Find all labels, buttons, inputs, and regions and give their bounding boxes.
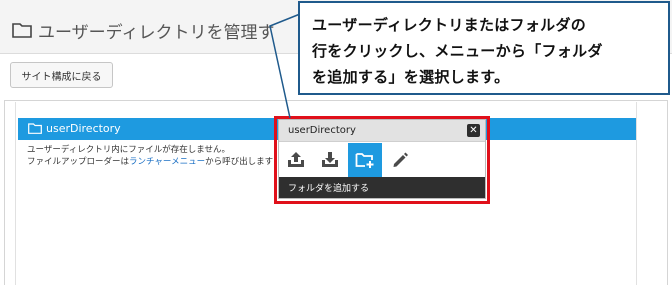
page-title: ユーザーディレクトリを管理す <box>38 23 275 43</box>
empty-directory-message: ユーザーディレクトリ内にファイルが存在しません。 <box>27 145 230 155</box>
uploader-hint-prefix: ファイルアップローダーは <box>27 157 130 167</box>
uploader-hint-suffix: から呼び出します <box>205 157 274 167</box>
folder-outline-icon <box>12 23 32 38</box>
callout-line-1: ユーザーディレクトリまたはフォルダの <box>312 16 587 34</box>
launcher-menu-link[interactable]: ランチャーメニュー <box>129 157 205 167</box>
instruction-callout: ユーザーディレクトリまたはフォルダの 行をクリックし、メニューから「フォルダ を… <box>298 1 670 95</box>
callout-line-3: を追加する」を選択します。 <box>312 68 510 86</box>
back-to-site-structure-button[interactable]: サイト構成に戻る <box>10 62 113 88</box>
uploader-hint: ファイルアップローダーはランチャーメニューから呼び出します <box>27 155 273 167</box>
folder-outline-icon <box>28 123 42 134</box>
callout-line-2: 行をクリックし、メニューから「フォルダ <box>312 42 603 60</box>
directory-row-label: userDirectory <box>46 122 121 135</box>
highlight-frame <box>274 116 490 204</box>
